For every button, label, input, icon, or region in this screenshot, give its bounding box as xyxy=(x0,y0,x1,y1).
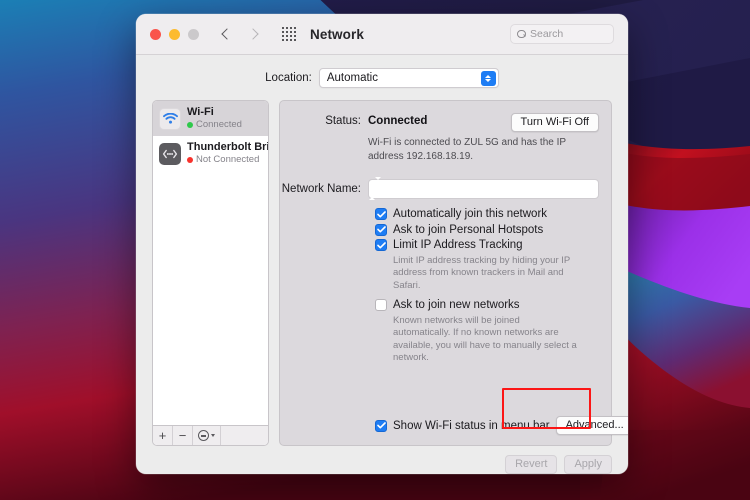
ask-new-networks-note: Known networks will be joined automatica… xyxy=(393,314,577,364)
checkbox-personal-hotspots[interactable] xyxy=(375,223,387,236)
network-name-row: Network Name: xyxy=(280,177,599,200)
service-actions-button[interactable] xyxy=(193,426,221,445)
checkbox-show-wifi-status[interactable] xyxy=(375,419,387,432)
location-row: Location: Automatic xyxy=(152,68,612,88)
checkbox-limit-ip-tracking[interactable] xyxy=(375,239,387,251)
checkbox-auto-join-row[interactable]: Automatically join this network xyxy=(375,208,599,220)
close-button[interactable] xyxy=(150,28,161,40)
search-icon xyxy=(517,29,526,39)
network-services-sidebar: Wi-Fi Connected Thunderbolt Bri Not Conn… xyxy=(152,100,269,446)
status-badge: Not Connected xyxy=(187,154,262,166)
status-dot-disconnected xyxy=(187,157,193,163)
sidebar-item-thunderbolt-text: Thunderbolt Bridge Not Connected xyxy=(187,141,269,166)
status-text: Connected xyxy=(196,119,242,130)
network-name-label: Network Name: xyxy=(281,183,361,195)
limit-ip-tracking-note: Limit IP address tracking by hiding your… xyxy=(393,254,571,291)
location-dropdown[interactable]: Automatic xyxy=(318,68,499,88)
sidebar-item-thunderbolt-bridge[interactable]: Thunderbolt Bridge Not Connected xyxy=(153,136,268,171)
sidebar-toolbar-filler xyxy=(221,426,268,445)
sidebar-item-wifi-text: Wi-Fi Connected xyxy=(187,106,242,131)
chevron-down-icon xyxy=(211,434,215,437)
minimize-button[interactable] xyxy=(169,28,180,40)
status-row: Status: Connected Turn Wi-Fi Off xyxy=(280,113,599,132)
traffic-lights xyxy=(150,28,199,40)
status-badge: Connected xyxy=(187,119,242,131)
panes: Wi-Fi Connected Thunderbolt Bri Not Conn… xyxy=(152,100,628,446)
status-description: Wi-Fi is connected to ZUL 5G and has the… xyxy=(368,137,566,162)
revert-button[interactable]: Revert xyxy=(505,455,558,474)
status-text: Not Connected xyxy=(196,154,260,165)
chevron-updown-icon xyxy=(369,177,381,200)
chevron-right-icon[interactable] xyxy=(249,29,260,40)
window-body: Location: Automatic Wi-Fi Connected Thun… xyxy=(136,55,628,474)
remove-service-button[interactable]: − xyxy=(173,426,193,445)
window-titlebar: Network Search xyxy=(136,14,628,55)
status-description-row: Wi-Fi is connected to ZUL 5G and has the… xyxy=(280,132,599,163)
zoom-button[interactable] xyxy=(188,28,199,40)
detail-bottom-row: Show Wi-Fi status in menu bar Advanced..… xyxy=(280,416,628,435)
status-label: Status: xyxy=(325,115,361,127)
wifi-detail-pane: Status: Connected Turn Wi-Fi Off Wi-Fi i… xyxy=(279,100,628,446)
search-placeholder: Search xyxy=(530,28,564,40)
navigation-buttons xyxy=(221,29,260,40)
thunderbolt-bridge-icon xyxy=(159,142,181,165)
location-label: Location: xyxy=(265,72,312,84)
apply-button[interactable]: Apply xyxy=(564,455,612,474)
checkbox-ask-new-networks[interactable] xyxy=(375,299,387,311)
checkbox-label: Automatically join this network xyxy=(393,208,548,220)
checkbox-limit-ip-tracking-row[interactable]: Limit IP Address Tracking xyxy=(375,239,599,251)
sidebar-toolbar: + − xyxy=(153,425,268,445)
window-footer: Revert Apply xyxy=(152,446,612,474)
sidebar-item-label: Thunderbolt Bridge xyxy=(187,141,269,153)
page-title: Network xyxy=(310,26,364,42)
checkbox-ask-new-networks-row[interactable]: Ask to join new networks xyxy=(375,299,599,311)
sidebar-item-label: Wi-Fi xyxy=(187,106,214,118)
wifi-icon xyxy=(159,107,181,130)
checkbox-label: Ask to join new networks xyxy=(393,299,520,311)
status-value: Connected xyxy=(368,115,428,127)
network-name-dropdown[interactable] xyxy=(368,177,599,200)
sidebar-item-wifi[interactable]: Wi-Fi Connected xyxy=(153,101,268,136)
network-services-list: Wi-Fi Connected Thunderbolt Bri Not Conn… xyxy=(153,101,268,425)
system-preferences-window: Network Search Location: Automatic Wi-Fi… xyxy=(136,14,628,474)
chevron-updown-icon xyxy=(480,70,496,86)
wifi-options: Automatically join this network Ask to j… xyxy=(280,208,599,372)
detail-spacer xyxy=(280,372,599,417)
advanced-button[interactable]: Advanced... xyxy=(555,416,628,435)
grid-apps-icon[interactable] xyxy=(282,27,296,41)
checkbox-label: Limit IP Address Tracking xyxy=(393,239,523,251)
location-selected-value: Automatic xyxy=(326,72,378,84)
add-service-button[interactable]: + xyxy=(153,426,173,445)
gear-icon xyxy=(198,430,209,441)
status-dot-connected xyxy=(187,122,193,128)
checkbox-personal-hotspots-row[interactable]: Ask to join Personal Hotspots xyxy=(375,223,599,236)
turn-wifi-off-button[interactable]: Turn Wi-Fi Off xyxy=(510,113,599,132)
show-wifi-status-label: Show Wi-Fi status in menu bar xyxy=(393,419,550,432)
chevron-left-icon[interactable] xyxy=(221,29,232,40)
search-field[interactable]: Search xyxy=(510,24,614,44)
checkbox-auto-join[interactable] xyxy=(375,208,387,220)
checkbox-label: Ask to join Personal Hotspots xyxy=(393,223,544,236)
